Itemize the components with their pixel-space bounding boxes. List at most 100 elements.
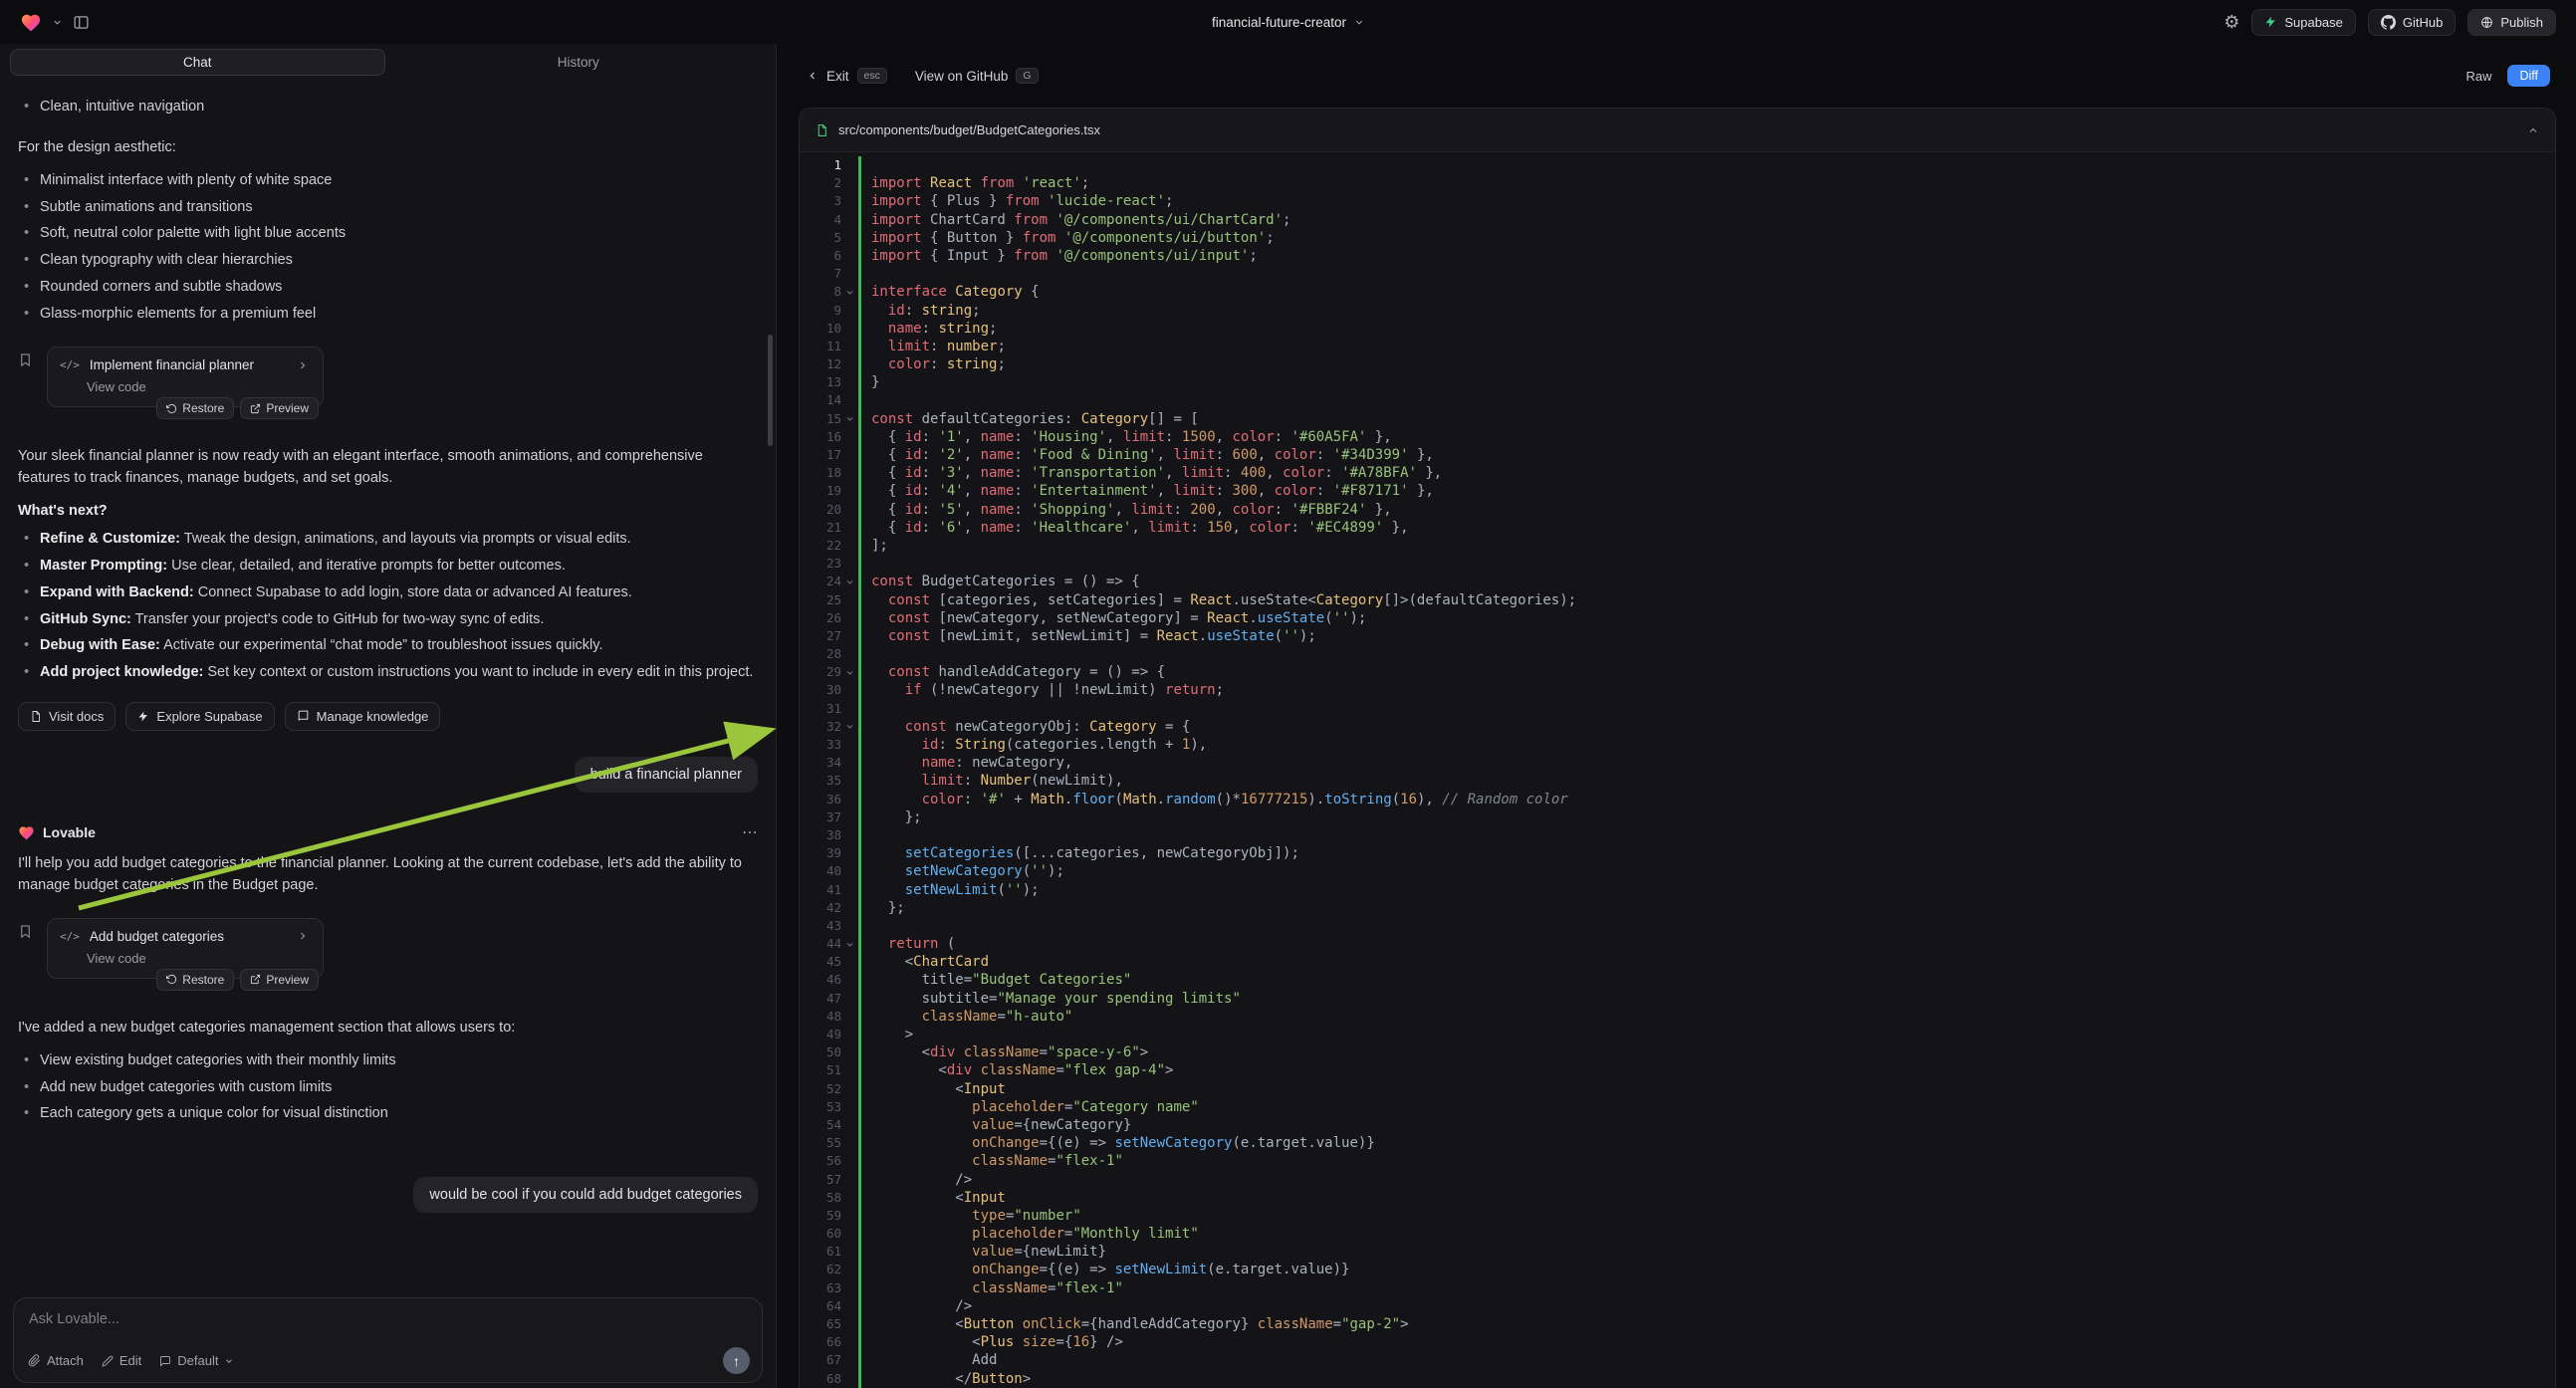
code-editor[interactable]: 1 2import React from 'react';3import { P…	[800, 152, 2555, 1388]
bullet-item: Glass-morphic elements for a premium fee…	[22, 304, 758, 326]
sidebar-toggle-icon[interactable]	[73, 14, 90, 31]
line-number: 25	[800, 591, 841, 609]
code-line: 27 const [newLimit, setNewLimit] = React…	[800, 627, 2555, 645]
preview-button[interactable]: Preview	[240, 397, 319, 419]
code-line: 62 onChange={(e) => setNewLimit(e.target…	[800, 1261, 2555, 1278]
diff-toggle[interactable]: Diff	[2507, 65, 2550, 87]
chat-composer[interactable]: Ask Lovable... Attach Edit Default ↑	[13, 1297, 763, 1383]
github-button[interactable]: GitHub	[2368, 9, 2456, 36]
version-card-add-budget-categories[interactable]: </> Add budget categories View code Rest…	[47, 918, 324, 979]
code-line: 16 { id: '1', name: 'Housing', limit: 15…	[800, 428, 2555, 446]
explore-supabase-button[interactable]: Explore Supabase	[125, 702, 274, 731]
fold-chevron-icon[interactable]	[841, 935, 858, 953]
raw-toggle[interactable]: Raw	[2465, 69, 2491, 84]
manage-knowledge-button[interactable]: Manage knowledge	[285, 702, 441, 731]
bookmark-icon[interactable]	[18, 918, 33, 979]
external-link-icon	[250, 403, 261, 414]
code-line: 10 name: string;	[800, 320, 2555, 338]
visit-docs-button[interactable]: Visit docs	[18, 702, 116, 731]
fold-chevron-icon	[841, 1351, 858, 1369]
mode-selector[interactable]: Default	[159, 1353, 234, 1368]
chevron-up-icon[interactable]	[2527, 124, 2539, 136]
code-text: const defaultCategories: Category[] = [	[861, 410, 1199, 428]
code-line: 30 if (!newCategory || !newLimit) return…	[800, 681, 2555, 699]
version-card-implement-financial-planner[interactable]: </> Implement financial planner View cod…	[47, 347, 324, 407]
fold-chevron-icon[interactable]	[841, 283, 858, 301]
intro-bullet-list: Clean, intuitive navigation	[22, 97, 758, 118]
view-code-link[interactable]: View code	[60, 379, 309, 394]
code-line: 50 <div className="space-y-6">	[800, 1043, 2555, 1061]
line-number: 33	[800, 736, 841, 754]
line-number: 63	[800, 1279, 841, 1297]
view-code-link[interactable]: View code	[60, 951, 309, 966]
fold-chevron-icon[interactable]	[841, 718, 858, 736]
line-number: 41	[800, 881, 841, 899]
line-number: 19	[800, 482, 841, 500]
fold-chevron-icon	[841, 355, 858, 373]
fold-chevron-icon	[841, 1008, 858, 1026]
code-text: className="flex-1"	[861, 1279, 1123, 1297]
preview-button[interactable]: Preview	[240, 969, 319, 991]
view-on-github-button[interactable]: View on GitHub G	[915, 68, 1039, 84]
settings-gear-icon[interactable]: ⚙	[2224, 13, 2239, 31]
attach-button[interactable]: Attach	[28, 1353, 84, 1368]
code-panel-header: Exit esc View on GitHub G Raw Diff	[777, 44, 2576, 108]
supabase-button[interactable]: Supabase	[2251, 9, 2356, 36]
code-line: 23	[800, 555, 2555, 573]
code-text: placeholder="Monthly limit"	[861, 1225, 1199, 1243]
lovable-logo-heart-icon[interactable]	[20, 12, 42, 32]
tab-history[interactable]: History	[391, 49, 767, 76]
restore-button[interactable]: Restore	[156, 969, 234, 991]
code-line: 24const BudgetCategories = () => {	[800, 573, 2555, 590]
bookmark-icon[interactable]	[18, 347, 33, 407]
logo-menu-chevron-down-icon[interactable]	[52, 17, 63, 28]
restore-icon	[166, 403, 177, 414]
bullet-item: Clean typography with clear hierarchies	[22, 250, 758, 272]
code-text: />	[861, 1171, 972, 1189]
fold-chevron-icon[interactable]	[841, 410, 858, 428]
chat-scrollbar[interactable]	[768, 335, 773, 446]
project-name-menu[interactable]: financial-future-creator	[1212, 0, 1364, 44]
code-line: 58 <Input	[800, 1189, 2555, 1207]
code-line: 68 </Button>	[800, 1370, 2555, 1388]
user-message: build a financial planner	[575, 757, 758, 793]
line-number: 55	[800, 1134, 841, 1152]
line-number: 2	[800, 174, 841, 192]
chat-input[interactable]: Ask Lovable...	[29, 1311, 747, 1327]
bullet-item: Clean, intuitive navigation	[22, 97, 758, 118]
added-bullet-list: View existing budget categories with the…	[22, 1050, 758, 1125]
bullet-item: Each category gets a unique color for vi…	[22, 1103, 758, 1125]
chat-messages: Clean, intuitive navigation For the desi…	[0, 84, 776, 1288]
send-button[interactable]: ↑	[723, 1347, 750, 1374]
esc-shortcut-badge: esc	[857, 68, 887, 84]
edit-button[interactable]: Edit	[102, 1353, 141, 1368]
code-text: id: String(categories.length + 1),	[861, 736, 1207, 754]
fold-chevron-icon	[841, 1152, 858, 1170]
exit-button[interactable]: Exit esc	[807, 68, 887, 84]
code-text: const [newLimit, setNewLimit] = React.us…	[861, 627, 1316, 645]
line-number: 42	[800, 899, 841, 917]
code-text: import React from 'react';	[861, 174, 1089, 192]
line-number: 5	[800, 229, 841, 247]
code-line: 49 >	[800, 1026, 2555, 1043]
code-line: 55 onChange={(e) => setNewCategory(e.tar…	[800, 1134, 2555, 1152]
fold-chevron-icon[interactable]	[841, 573, 858, 590]
fold-chevron-icon	[841, 627, 858, 645]
code-text: import ChartCard from '@/components/ui/C…	[861, 211, 1290, 229]
fold-chevron-icon[interactable]	[841, 663, 858, 681]
fold-chevron-icon	[841, 428, 858, 446]
restore-button[interactable]: Restore	[156, 397, 234, 419]
tab-chat[interactable]: Chat	[10, 49, 385, 76]
whats-next-heading: What's next?	[18, 503, 758, 519]
chevron-right-icon	[277, 359, 309, 371]
line-number: 14	[800, 391, 841, 409]
file-header[interactable]: src/components/budget/BudgetCategories.t…	[800, 109, 2555, 152]
code-text: name: string;	[861, 320, 997, 338]
code-line: 31	[800, 700, 2555, 718]
code-text: <Button onClick={handleAddCategory} clas…	[861, 1315, 1409, 1333]
publish-button[interactable]: Publish	[2467, 9, 2556, 36]
code-line: 56 className="flex-1"	[800, 1152, 2555, 1170]
fold-chevron-icon	[841, 1043, 858, 1061]
line-number: 43	[800, 917, 841, 935]
message-menu-ellipsis-icon[interactable]: ⋯	[742, 822, 758, 842]
